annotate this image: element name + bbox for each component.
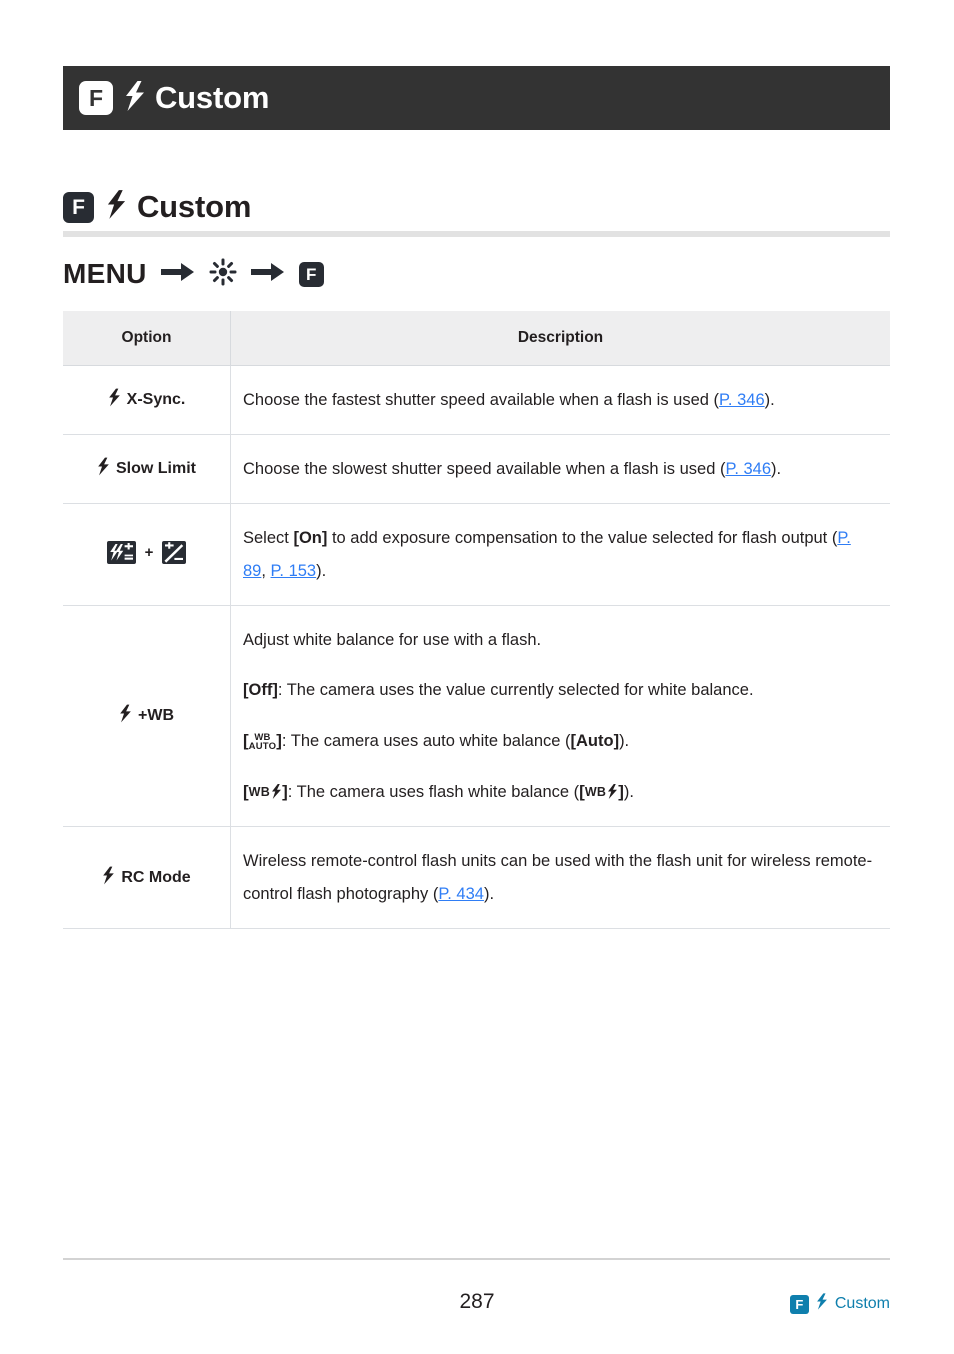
description-text-tail: ).	[771, 460, 782, 479]
page-reference-link[interactable]: P. 434	[438, 885, 484, 903]
off-label: [Off]	[243, 680, 278, 699]
footer-divider	[63, 1258, 890, 1260]
footer-section-link[interactable]: F Custom	[789, 1293, 890, 1315]
description-cell-slow-limit: Choose the slowest shutter speed availab…	[230, 434, 890, 505]
page-title: F Custom	[63, 189, 251, 225]
description-text: Select	[243, 529, 294, 548]
plus-separator: +	[144, 544, 154, 562]
description-cell-rc-mode: Wireless remote-control flash units can …	[230, 826, 890, 929]
running-header-title: Custom	[155, 80, 270, 115]
description-bold-on: [On]	[293, 529, 328, 548]
description-text: Wireless remote-control flash units can …	[243, 852, 873, 903]
description-cell-flash-exposure-compensation: Select [On] to add exposure compensation…	[230, 503, 890, 606]
description-text-tail: ).	[619, 732, 630, 751]
description-cell-flash-white-balance: Adjust white balance for use with a flas…	[230, 605, 890, 828]
option-cell-slow-limit: Slow Limit	[63, 434, 231, 505]
description-paragraph: Adjust white balance for use with a flas…	[243, 630, 542, 649]
table-row: + Select [On] to add exposure compensati…	[63, 503, 890, 606]
flash-bolt-icon	[102, 866, 115, 890]
flash-bolt-icon	[108, 388, 121, 412]
description-text: : The camera uses auto white balance (	[281, 732, 571, 751]
flash-bolt-icon	[119, 704, 132, 728]
description-text: Choose the fastest shutter speed availab…	[243, 391, 720, 409]
running-header-bar: F Custom	[63, 66, 890, 130]
wb-flash-icon: WB	[585, 780, 618, 804]
exposure-compensation-icon	[162, 541, 187, 565]
option-label: Slow Limit	[116, 460, 196, 478]
footer-link-text: Custom	[834, 1295, 890, 1312]
page-reference-link[interactable]: P. 153	[271, 562, 317, 580]
description-text-tail: ).	[623, 783, 635, 802]
flash-exposure-compensation-icon	[106, 541, 136, 565]
flash-bolt-icon	[124, 80, 146, 116]
description-text: Choose the slowest shutter speed availab…	[243, 460, 726, 479]
arrow-right-icon	[250, 261, 285, 288]
description-text: : The camera uses flash white balance (	[287, 783, 580, 802]
description-text: ,	[261, 561, 271, 580]
f-badge-icon: F	[298, 261, 324, 287]
option-label: X-Sync.	[126, 391, 186, 409]
description-cell-x-sync: Choose the fastest shutter speed availab…	[230, 365, 890, 436]
description-text-tail: ).	[764, 391, 775, 409]
description-text-tail: ).	[316, 561, 327, 580]
option-label: RC Mode	[121, 868, 191, 886]
table-row: RC Mode Wireless remote-control flash un…	[63, 826, 890, 929]
description-paragraph-auto: [WB AUTO]: The camera uses auto white bal…	[243, 724, 874, 757]
description-paragraph-off: [Off]: The camera uses the value current…	[243, 674, 874, 706]
description-text: to add exposure compensation to the valu…	[327, 529, 838, 548]
option-cell-flash-white-balance: +WB	[63, 605, 231, 828]
wb-auto-icon: WB AUTO	[248, 731, 277, 752]
option-cell-rc-mode: RC Mode	[63, 826, 231, 929]
flash-bolt-icon	[106, 190, 127, 224]
f-badge-icon: F	[79, 81, 113, 115]
title-divider	[63, 231, 890, 237]
custom-menu-gear-icon	[209, 258, 237, 291]
table-row: X-Sync. Choose the fastest shutter speed…	[63, 365, 890, 436]
description-text: : The camera uses the value currently se…	[277, 680, 754, 699]
description-paragraph-flash-wb: [WB]: The camera uses flash white balanc…	[243, 775, 874, 808]
menu-label: MENU	[63, 258, 147, 289]
table-header-row: Option Description	[63, 311, 890, 366]
f-badge-icon: F	[789, 1294, 809, 1314]
option-label: +WB	[138, 707, 174, 725]
page-reference-link[interactable]: P. 346	[719, 391, 765, 409]
option-cell-x-sync: X-Sync.	[63, 365, 231, 436]
arrow-right-icon	[160, 261, 195, 288]
flash-bolt-icon	[97, 457, 110, 481]
page-title-text: Custom	[137, 189, 252, 224]
description-text-tail: ).	[483, 884, 495, 903]
wb-flash-icon: WB	[249, 780, 282, 804]
menu-path-breadcrumb: MENU F	[63, 256, 324, 292]
options-table: Option Description X-Sync. Choose the fa…	[63, 311, 890, 929]
auto-label: [Auto]	[570, 732, 620, 751]
f-badge-icon: F	[63, 191, 94, 223]
table-row: Slow Limit Choose the slowest shutter sp…	[63, 434, 890, 505]
flash-bolt-icon	[816, 1293, 828, 1315]
table-row: +WB Adjust white balance for use with a …	[63, 605, 890, 828]
column-header-description: Description	[230, 311, 890, 366]
page-reference-link[interactable]: P. 346	[725, 460, 771, 478]
column-header-option: Option	[63, 311, 231, 366]
option-cell-flash-exposure-compensation: +	[63, 503, 231, 606]
